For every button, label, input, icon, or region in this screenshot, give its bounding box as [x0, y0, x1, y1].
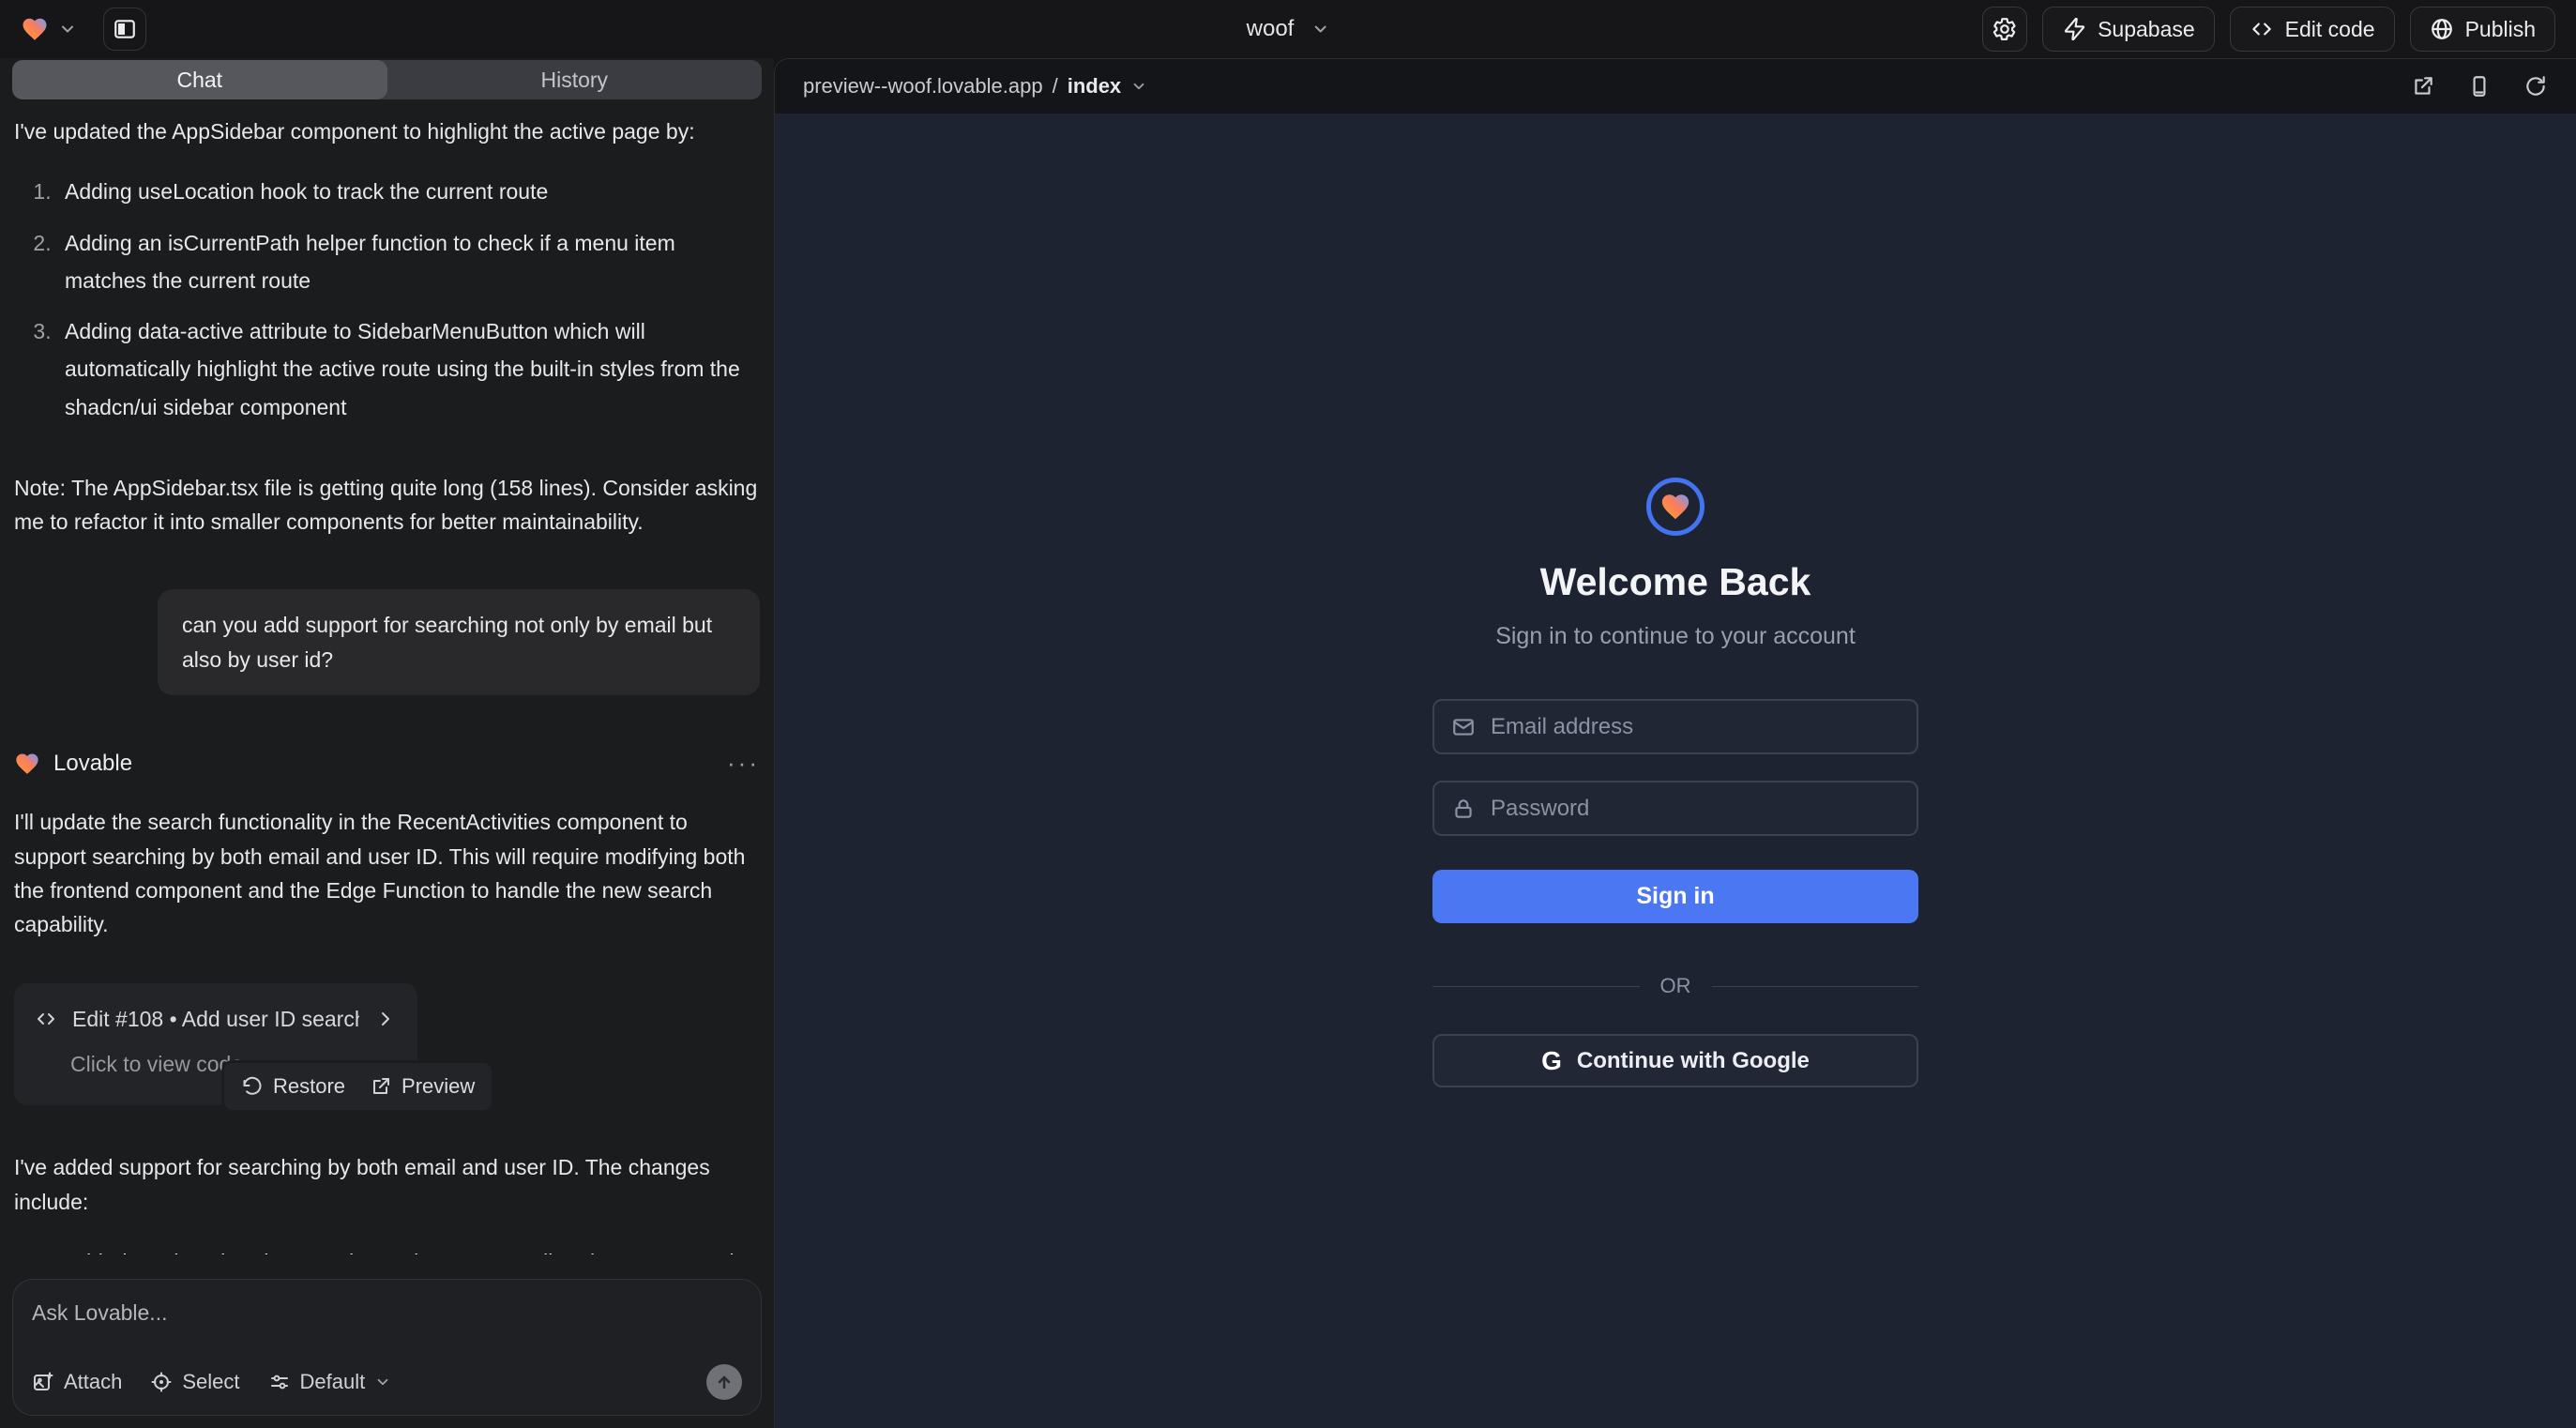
external-link-icon: [370, 1075, 392, 1098]
attach-image-icon: [32, 1371, 54, 1393]
chat-panel: Chat History I've updated the AppSidebar…: [0, 58, 774, 1428]
workspace-chevron-down-icon[interactable]: [58, 20, 77, 38]
edit-card-wrapper: Edit #108 • Add user ID search supp... C…: [14, 983, 438, 1106]
gear-icon: [1993, 17, 2017, 41]
password-field[interactable]: [1491, 796, 1900, 822]
assistant-name: Lovable: [53, 746, 132, 782]
chevron-down-icon: [374, 1374, 391, 1390]
user-message-bubble: can you add support for searching not on…: [158, 589, 760, 695]
code-icon: [35, 1008, 57, 1030]
edit-code-label: Edit code: [2285, 17, 2375, 42]
preview-domain: preview--woof.lovable.app: [803, 74, 1043, 99]
mode-label: Default: [300, 1370, 366, 1394]
page-title: Welcome Back: [1540, 560, 1811, 604]
user-message-text: can you add support for searching not on…: [182, 613, 712, 671]
lovable-logo-heart-icon[interactable]: [21, 15, 49, 43]
mode-dropdown[interactable]: Default: [268, 1370, 392, 1394]
send-button[interactable]: [706, 1364, 742, 1400]
password-field-wrapper: [1432, 781, 1918, 836]
restore-button[interactable]: Restore: [241, 1071, 345, 1103]
assistant-message-intro: I've updated the AppSidebar component to…: [14, 114, 760, 148]
or-label: OR: [1660, 974, 1691, 998]
preview-app-viewport: Welcome Back Sign in to continue to your…: [775, 114, 2576, 1428]
project-name: woof: [1247, 16, 1295, 42]
select-target-icon: [150, 1371, 173, 1393]
assistant-message-body: I've added support for searching by both…: [14, 1150, 760, 1219]
sliders-icon: [268, 1371, 291, 1393]
preview-route: index: [1068, 74, 1121, 99]
project-switcher[interactable]: woof: [1247, 16, 1330, 42]
continue-with-google-button[interactable]: G Continue with Google: [1432, 1034, 1918, 1087]
preview-label: Preview: [402, 1071, 475, 1103]
mail-icon: [1451, 715, 1476, 739]
tab-chat[interactable]: Chat: [12, 60, 387, 99]
assistant-message-intro: I'll update the search functionality in …: [14, 805, 760, 941]
tab-history[interactable]: History: [387, 60, 763, 99]
top-bar: woof Supabase Edit code Publish: [0, 0, 2576, 58]
assistant-list: Added a select dropdown to choose betwee…: [14, 1243, 760, 1254]
publish-label: Publish: [2465, 17, 2536, 42]
signin-form: Sign in OR G Continue with Google: [1432, 699, 1918, 1087]
supabase-bolt-icon: [2062, 17, 2086, 41]
attach-label: Attach: [64, 1370, 122, 1394]
supabase-label: Supabase: [2098, 17, 2195, 42]
code-icon: [2250, 17, 2274, 41]
edit-code-button[interactable]: Edit code: [2230, 7, 2395, 52]
list-item: Added a select dropdown to choose betwee…: [57, 1243, 760, 1254]
supabase-button[interactable]: Supabase: [2042, 7, 2215, 52]
lovable-heart-icon: [14, 751, 40, 777]
select-label: Select: [182, 1370, 239, 1394]
breadcrumb-separator: /: [1053, 74, 1058, 99]
open-in-new-tab-icon[interactable]: [2411, 74, 2435, 99]
signin-card: Welcome Back Sign in to continue to your…: [1432, 478, 1918, 1087]
app-logo-ring: [1646, 478, 1705, 536]
restore-label: Restore: [273, 1071, 345, 1103]
list-item: Adding useLocation hook to track the cur…: [57, 173, 760, 210]
edit-card-actions: Restore Preview: [221, 1060, 494, 1114]
assistant-list: Adding useLocation hook to track the cur…: [14, 173, 760, 439]
chevron-right-icon: [374, 1008, 397, 1030]
email-field[interactable]: [1491, 714, 1900, 740]
chat-composer: Attach Select Default: [12, 1279, 762, 1416]
assistant-note: Note: The AppSidebar.tsx file is getting…: [14, 471, 760, 539]
globe-icon: [2430, 17, 2454, 41]
refresh-icon[interactable]: [2523, 74, 2548, 99]
toggle-sidebar-button[interactable]: [103, 8, 146, 51]
publish-button[interactable]: Publish: [2410, 7, 2555, 52]
list-item: Adding an isCurrentPath helper function …: [57, 224, 760, 300]
project-chevron-down-icon: [1311, 20, 1329, 38]
google-button-label: Continue with Google: [1577, 1048, 1810, 1074]
google-g-icon: G: [1541, 1046, 1562, 1076]
preview-url-breadcrumb[interactable]: preview--woof.lovable.app / index: [803, 74, 1147, 99]
preview-header: preview--woof.lovable.app / index: [775, 59, 2576, 114]
preview-button[interactable]: Preview: [370, 1071, 475, 1103]
chat-history-tabs: Chat History: [12, 60, 762, 99]
chat-input[interactable]: [32, 1300, 742, 1332]
app-heart-icon: [1659, 491, 1691, 523]
page-subtitle: Sign in to continue to your account: [1495, 623, 1856, 650]
assistant-header: Lovable ···: [14, 744, 760, 782]
or-divider: OR: [1432, 974, 1918, 998]
list-item: Adding data-active attribute to SidebarM…: [57, 312, 760, 426]
settings-button[interactable]: [1982, 7, 2027, 52]
edit-card-title: Edit #108 • Add user ID search supp...: [72, 1002, 359, 1036]
restore-icon: [241, 1075, 264, 1098]
preview-panel: preview--woof.lovable.app / index: [774, 58, 2576, 1428]
arrow-up-icon: [715, 1373, 734, 1391]
lock-icon: [1451, 797, 1476, 821]
attach-button[interactable]: Attach: [32, 1370, 122, 1394]
more-options-icon[interactable]: ···: [727, 744, 760, 782]
select-button[interactable]: Select: [150, 1370, 239, 1394]
sign-in-button[interactable]: Sign in: [1432, 870, 1918, 923]
route-chevron-down-icon: [1130, 78, 1147, 95]
email-field-wrapper: [1432, 699, 1918, 754]
chat-message-list[interactable]: I've updated the AppSidebar component to…: [12, 99, 762, 1254]
mobile-view-icon[interactable]: [2467, 74, 2492, 99]
